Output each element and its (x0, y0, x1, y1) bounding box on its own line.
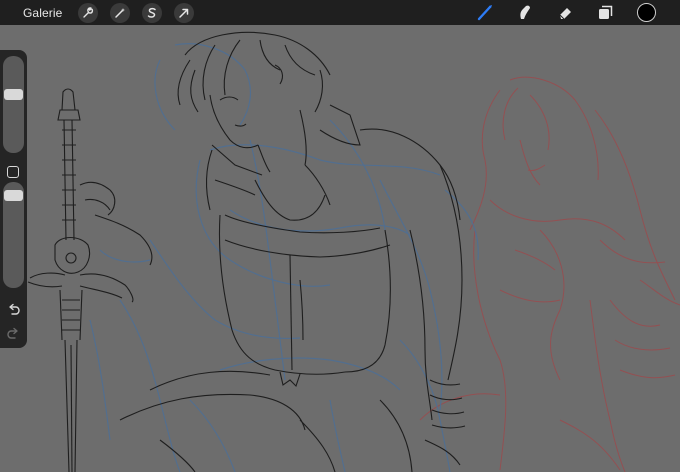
top-toolbar: Galerie (0, 0, 680, 25)
layers-icon[interactable] (594, 2, 616, 24)
brush-sidebar (0, 50, 27, 348)
redo-icon[interactable] (5, 326, 22, 341)
smudge-icon[interactable] (514, 2, 536, 24)
brush-size-slider[interactable] (3, 56, 24, 153)
wrench-icon[interactable] (78, 2, 99, 23)
brush-size-thumb[interactable] (4, 89, 23, 100)
undo-icon[interactable] (5, 302, 22, 317)
brush-opacity-slider[interactable] (3, 182, 24, 288)
right-tool-group (465, 0, 680, 25)
sketch-artwork (27, 31, 680, 472)
brush-icon[interactable] (474, 2, 496, 24)
arrow-cursor-icon[interactable] (174, 2, 195, 23)
eraser-icon[interactable] (554, 2, 576, 24)
gallery-button[interactable]: Galerie (23, 6, 62, 20)
modify-square-icon[interactable] (7, 166, 19, 178)
magic-wand-icon[interactable] (110, 2, 131, 23)
color-swatch[interactable] (637, 3, 656, 22)
brush-opacity-thumb[interactable] (4, 190, 23, 201)
drawing-canvas[interactable] (0, 25, 680, 472)
selection-s-icon[interactable] (142, 2, 163, 23)
